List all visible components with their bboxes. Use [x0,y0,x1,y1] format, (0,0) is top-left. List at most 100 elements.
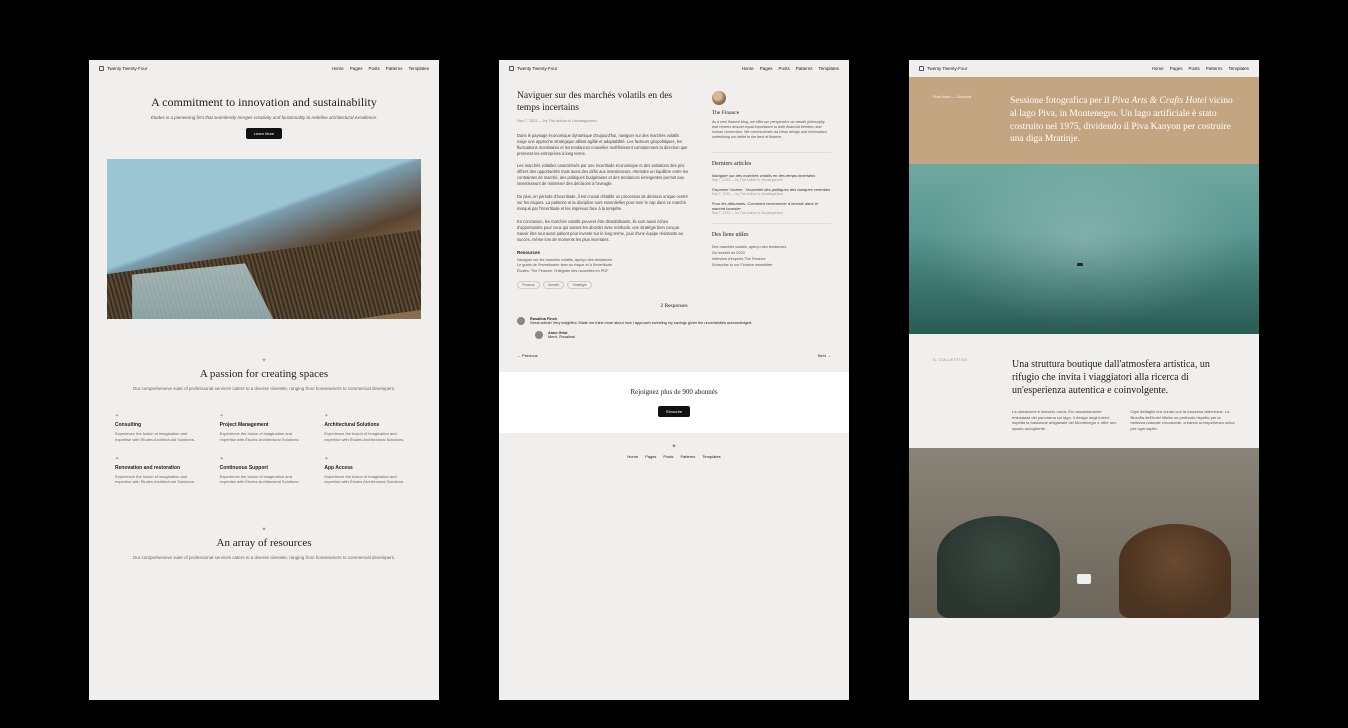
site-nav: Twenty Twenty-Four Home Pages Posts Patt… [89,60,439,77]
divider [712,223,831,224]
comment-body: Great article! Very insightful. Made me … [530,321,752,325]
comment-body: Merci, Rosalina! [548,335,575,339]
tag[interactable]: Finance [517,281,540,289]
bullet-icon: ✦ [220,413,309,419]
site-brand[interactable]: Twenty Twenty-Four [99,66,147,71]
hero-subtitle: Études is a pioneering firm that seamles… [139,115,389,120]
author-bio: As a new finance blog, we offer our pers… [712,120,831,140]
lead-emphasis: Piva Arts & Crafts Hotel [1112,96,1207,106]
theme-preview-blog: Twenty Twenty-Four Home Pages Posts Patt… [499,60,849,700]
links-heading: Des liens utiles [712,232,831,238]
two-columns: La ubicazione è davvero unica. Ero assol… [1012,409,1235,431]
about-heading: Una struttura boutique dall'atmosfera ar… [1012,358,1235,397]
newsletter-section: Rejoignez plus de 900 abonnés S'inscrire [499,372,849,433]
resources-heading: Resources [517,250,690,255]
nav-item[interactable]: Home [742,66,754,71]
footer-link[interactable]: Templates [702,454,720,459]
nav-item[interactable]: Posts [778,66,789,71]
service-card: ✦Project ManagementExperience the fusion… [220,413,309,441]
tag[interactable]: Stratégie [567,281,591,289]
site-brand[interactable]: Twenty Twenty-Four [509,66,557,71]
nav-item[interactable]: Patterns [1206,66,1223,71]
column-text: Ogni dettaglio era curato con la massima… [1131,409,1236,431]
nav-item[interactable]: Patterns [386,66,403,71]
nav-links: Home Pages Posts Patterns Templates [1152,66,1249,71]
service-card: ✦ Renovation and restoration Experience th… [115,456,204,484]
site-title: Twenty Twenty-Four [107,66,147,71]
comments-heading: 2 Responses [517,303,831,309]
card-title: Continuous Support [220,465,309,471]
post-paragraph: Les marchés volatiles caractérisés par u… [517,163,690,187]
interior-photo [909,448,1259,618]
nav-item[interactable]: Templates [408,66,429,71]
comment: Rosalina FinchGreat article! Very insigh… [517,317,831,325]
next-link[interactable]: Next → [818,353,831,358]
hero-section: A commitment to innovation and sustainab… [89,77,439,149]
nav-links: Home Pages Posts Patterns Templates [332,66,429,71]
bullet-icon: ✦ [115,456,204,462]
resource-link[interactable]: Études: The Finance, l'intégrale des nou… [517,269,690,275]
bullet-icon: ✦ [115,413,204,419]
subscribe-button[interactable]: S'inscrire [658,406,690,417]
nav-links: Home Pages Posts Patterns Templates [742,66,839,71]
section-label: Il collettivo [933,358,988,431]
card-title: App Access [324,465,413,471]
nav-item[interactable]: Home [332,66,344,71]
nav-item[interactable]: Templates [818,66,839,71]
footer-link[interactable]: Pages [645,454,656,459]
nav-item[interactable]: Pages [350,66,363,71]
nav-item[interactable]: Pages [760,66,773,71]
comments-section: 2 Responses Rosalina FinchGreat article!… [499,303,849,339]
recent-post[interactable]: Façonner l'avenir : l'essentiel des poli… [712,187,831,196]
nav-item[interactable]: Posts [368,66,379,71]
footer-link[interactable]: Home [627,454,638,459]
post-paragraph: De plus, en période d'incertitude, il es… [517,194,690,212]
site-title: Twenty Twenty-Four [517,66,557,71]
bullet-icon: ✦ [324,413,413,419]
site-brand[interactable]: Twenty Twenty-Four [919,66,967,71]
column-text: La ubicazione è davvero unica. Ero assol… [1012,409,1117,431]
recent-heading: Derniers articles [712,161,831,167]
service-card: ✦ConsultingExperience the fusion of imag… [115,413,204,441]
nav-item[interactable]: Posts [1188,66,1199,71]
recent-post[interactable]: Pour les débutants. Comment commencer à … [712,201,831,215]
site-footer: ✦ Home Pages Posts Patterns Templates [499,433,849,469]
nav-item[interactable]: Templates [1228,66,1249,71]
useful-links: Des marchés volatils, aperçu des tendanc… [712,244,831,268]
logo-icon [99,66,104,71]
logo-icon [919,66,924,71]
card-body: Experience the fusion of imagination and… [115,474,204,484]
recent-post[interactable]: Naviguer sur des marchés volatils en des… [712,173,831,182]
card-body: Experience the fusion of imagination and… [324,431,413,441]
breadcrumb[interactable]: Piva Hotel — Overlook [933,95,988,146]
post-navigation: ← Previous Next → [499,345,849,372]
hero-lead: Sessione fotografica per il Piva Arts & … [1010,95,1235,146]
site-title: Twenty Twenty-Four [927,66,967,71]
bullet-icon: ✦ [220,456,309,462]
cup-icon [1077,574,1091,584]
card-title: Renovation and restoration [115,465,204,471]
post-title: Naviguer sur des marchés volatils en des… [517,91,690,115]
learn-more-button[interactable]: Learn More [246,128,282,139]
divider [712,152,831,153]
nav-item[interactable]: Home [1152,66,1164,71]
footer-link[interactable]: Patterns [680,454,695,459]
sidebar-link[interactable]: Subscribe to our Finance newsletter [712,262,831,268]
nav-item[interactable]: Pages [1170,66,1183,71]
avatar-icon [535,331,543,339]
service-card: ✦Continuous SupportExperience the fusion… [220,456,309,484]
hero-image [107,159,421,319]
nav-item[interactable]: Patterns [796,66,813,71]
about-section: Il collettivo Una struttura boutique dal… [909,334,1259,447]
footer-link[interactable]: Posts [663,454,673,459]
previous-link[interactable]: ← Previous [517,353,538,358]
divider-icon: ✦ [119,357,409,364]
theme-preview-business: Twenty Twenty-Four Home Pages Posts Patt… [89,60,439,700]
logo-icon: ✦ [509,443,839,450]
card-title: Consulting [115,422,204,428]
resources-block: Resources Naviguer sur les marchés volat… [517,250,690,275]
hero-section: Piva Hotel — Overlook Sessione fotografi… [909,77,1259,164]
comment-reply: Anne GristMerci, Rosalina! [535,331,831,339]
tag[interactable]: Investir [543,281,565,289]
recent-post-meta: Sep 7, 2023 — by The Author in Uncategor… [712,192,831,196]
